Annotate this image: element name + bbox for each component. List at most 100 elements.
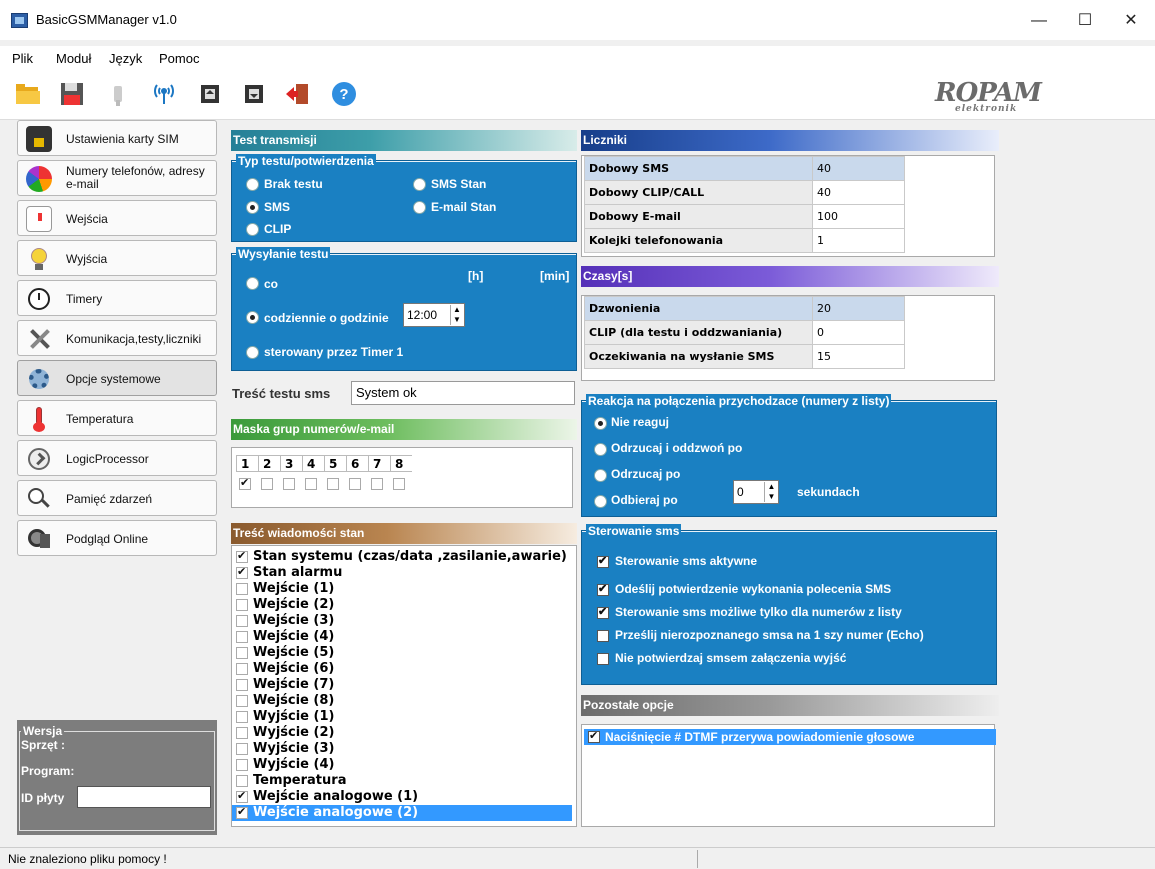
radio-answer[interactable]: [594, 495, 607, 508]
window-title: BasicGSMManager v1.0: [36, 12, 177, 27]
radio-send-timer[interactable]: [246, 346, 259, 359]
row-value[interactable]: 1: [812, 228, 905, 253]
mask-group-checkbox[interactable]: [305, 478, 317, 490]
sidebar-item-outputs[interactable]: Wyjścia: [17, 240, 217, 276]
label-send-daily: codziennie o godzinie: [264, 311, 389, 325]
daily-time-picker[interactable]: 12:00 ▲ ▼: [403, 303, 465, 327]
state-msg-checkbox[interactable]: [236, 549, 248, 563]
mask-group-checkbox[interactable]: [283, 478, 295, 490]
state-msg-checkbox[interactable]: [236, 583, 248, 595]
dtmf-checkbox[interactable]: [588, 729, 600, 743]
lightbulb-icon: [26, 246, 52, 272]
state-msg-checkbox[interactable]: [236, 789, 248, 803]
sidebar-item-timers[interactable]: Timery: [17, 280, 217, 316]
state-msg-checkbox[interactable]: [236, 615, 248, 627]
row-value[interactable]: 0: [812, 320, 905, 345]
radio-email-state[interactable]: [413, 201, 426, 214]
sms-text-input[interactable]: System ok: [351, 381, 575, 405]
row-value[interactable]: 100: [812, 204, 905, 229]
menu-modul[interactable]: Moduł: [56, 51, 91, 66]
row-value[interactable]: 20: [812, 296, 905, 321]
counters-table: Dobowy SMS 40 Dobowy CLIP/CALL 40 Dobowy E-m…: [584, 156, 905, 253]
chip-write-icon[interactable]: [240, 80, 268, 108]
state-msg-label: Stan systemu (czas/data ,zasilanie,awari…: [253, 549, 567, 564]
state-msg-checkbox[interactable]: [236, 711, 248, 723]
row-value[interactable]: 15: [812, 344, 905, 369]
sms-control-checkbox[interactable]: [597, 582, 609, 596]
state-msg-checkbox[interactable]: [236, 565, 248, 579]
radio-sms[interactable]: [246, 201, 259, 214]
help-icon[interactable]: ?: [330, 80, 358, 108]
sidebar-item-numbers[interactable]: Numery telefonów, adresy e-mail: [17, 160, 217, 196]
seconds-spinner-icon[interactable]: ▲ ▼: [764, 482, 778, 502]
exit-door-icon[interactable]: [284, 80, 312, 108]
mask-header: Maska grup numerów/e-mail: [231, 419, 577, 440]
sidebar-item-system-options[interactable]: Opcje systemowe: [17, 360, 217, 396]
state-msg-checkbox[interactable]: [236, 647, 248, 659]
seconds-stepper[interactable]: 0 ▲ ▼: [733, 480, 779, 504]
usb-icon[interactable]: [104, 80, 132, 108]
minimize-button[interactable]: —: [1016, 6, 1062, 36]
close-button[interactable]: ✕: [1108, 6, 1154, 36]
sidebar-item-inputs[interactable]: Wejścia: [17, 200, 217, 236]
sidebar-item-communication[interactable]: Komunikacja,testy,liczniki: [17, 320, 217, 356]
other-header: Pozostałe opcje: [581, 695, 999, 716]
mask-group-checkbox[interactable]: [371, 478, 383, 490]
sms-control-checkbox[interactable]: [597, 554, 609, 568]
state-msg-checkbox[interactable]: [236, 775, 248, 787]
radio-send-daily[interactable]: [246, 311, 259, 324]
dtmf-label: Naciśnięcie # DTMF przerywa powiadomieni…: [605, 730, 915, 744]
state-msg-checkbox[interactable]: [236, 663, 248, 675]
sidebar-item-online-view[interactable]: Podgląd Online: [17, 520, 217, 556]
state-msg-checkbox[interactable]: [236, 695, 248, 707]
menu-plik[interactable]: Plik: [12, 51, 33, 66]
test-type-legend: Typ testu/potwierdzenia: [236, 154, 376, 168]
state-msg-checkbox[interactable]: [236, 805, 248, 819]
maximize-button[interactable]: ☐: [1062, 6, 1108, 36]
row-value[interactable]: 40: [812, 156, 905, 181]
menu-pomoc[interactable]: Pomoc: [159, 51, 199, 66]
row-value[interactable]: 40: [812, 180, 905, 205]
radio-sms-state[interactable]: [413, 178, 426, 191]
state-msg-checkbox[interactable]: [236, 727, 248, 739]
board-id-field[interactable]: [77, 786, 211, 808]
radio-ignore[interactable]: [594, 417, 607, 430]
sms-text-label: Treść testu sms: [232, 386, 331, 401]
menu-jezyk[interactable]: Język: [109, 51, 142, 66]
state-msg-checkbox[interactable]: [236, 743, 248, 755]
state-msg-checkbox[interactable]: [236, 679, 248, 691]
state-msg-item[interactable]: Wejście analogowe (2): [232, 805, 572, 821]
other-item-dtmf[interactable]: Naciśnięcie # DTMF przerywa powiadomieni…: [584, 729, 996, 745]
sidebar-item-logicprocessor[interactable]: LogicProcessor: [17, 440, 217, 476]
mask-group-checkbox[interactable]: [239, 476, 251, 490]
open-folder-icon[interactable]: [14, 80, 42, 108]
radio-no-test[interactable]: [246, 178, 259, 191]
radio-reject[interactable]: [594, 469, 607, 482]
save-icon[interactable]: [58, 80, 86, 108]
radio-send-every[interactable]: [246, 277, 259, 290]
title-bar: BasicGSMManager v1.0 — ☐ ✕: [0, 0, 1155, 40]
antenna-signal-icon[interactable]: [150, 80, 178, 108]
mask-group-checkbox[interactable]: [349, 478, 361, 490]
sms-control-checkbox[interactable]: [597, 605, 609, 619]
mask-group-checkbox[interactable]: [327, 478, 339, 490]
state-msg-checkbox[interactable]: [236, 599, 248, 611]
time-spinner-icon[interactable]: ▲ ▼: [450, 305, 463, 325]
sidebar-item-temperature[interactable]: Temperatura: [17, 400, 217, 436]
state-msg-label: Wejście analogowe (2): [253, 805, 419, 820]
label-answer: Odbieraj po: [611, 493, 678, 507]
chip-read-icon[interactable]: [196, 80, 224, 108]
clock-icon: [26, 286, 52, 312]
radio-clip[interactable]: [246, 223, 259, 236]
radio-reject-callback[interactable]: [594, 443, 607, 456]
sim-card-icon: [26, 126, 52, 152]
mask-group-checkbox[interactable]: [393, 478, 405, 490]
sms-control-checkbox[interactable]: [597, 653, 609, 665]
logic-icon: [26, 446, 52, 472]
state-msg-checkbox[interactable]: [236, 631, 248, 643]
state-msg-checkbox[interactable]: [236, 759, 248, 771]
sidebar-item-event-memory[interactable]: Pamięć zdarzeń: [17, 480, 217, 516]
sms-control-checkbox[interactable]: [597, 630, 609, 642]
sidebar-item-sim[interactable]: Ustawienia karty SIM: [17, 120, 217, 156]
mask-group-checkbox[interactable]: [261, 478, 273, 490]
